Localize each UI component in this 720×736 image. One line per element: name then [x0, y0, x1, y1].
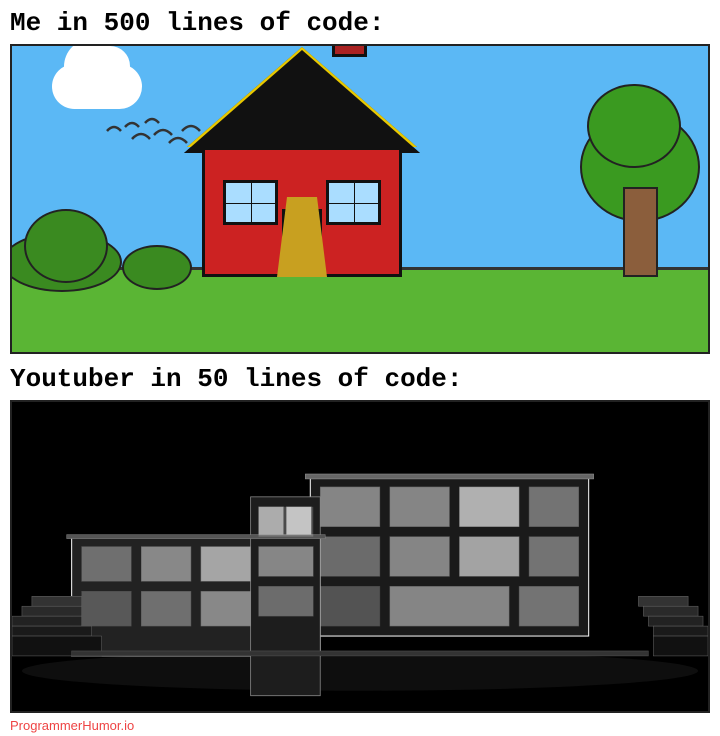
bottom-label: Youtuber in 50 lines of code:: [10, 364, 710, 394]
house: [202, 147, 402, 277]
modern-scene: [10, 400, 710, 713]
footer: ProgrammerHumor.io: [0, 715, 720, 736]
footer-text: ProgrammerHumor.io: [10, 718, 710, 733]
bottom-section: Youtuber in 50 lines of code:: [0, 358, 720, 715]
window-left: [223, 180, 278, 225]
ground: [12, 267, 708, 352]
tree: [623, 187, 658, 277]
tree-trunk: [623, 187, 658, 277]
window-right: [326, 180, 381, 225]
footer-domain: .io: [121, 718, 135, 733]
top-section: Me in 500 lines of code:: [0, 0, 720, 358]
house-roof: [187, 47, 417, 147]
cartoon-scene: [10, 44, 710, 354]
top-label: Me in 500 lines of code:: [10, 8, 710, 38]
footer-brand: ProgrammerHumor: [10, 718, 121, 733]
modern-building-svg: [12, 402, 708, 711]
meme-container: Me in 500 lines of code:: [0, 0, 720, 736]
bush-right-small: [122, 245, 192, 290]
